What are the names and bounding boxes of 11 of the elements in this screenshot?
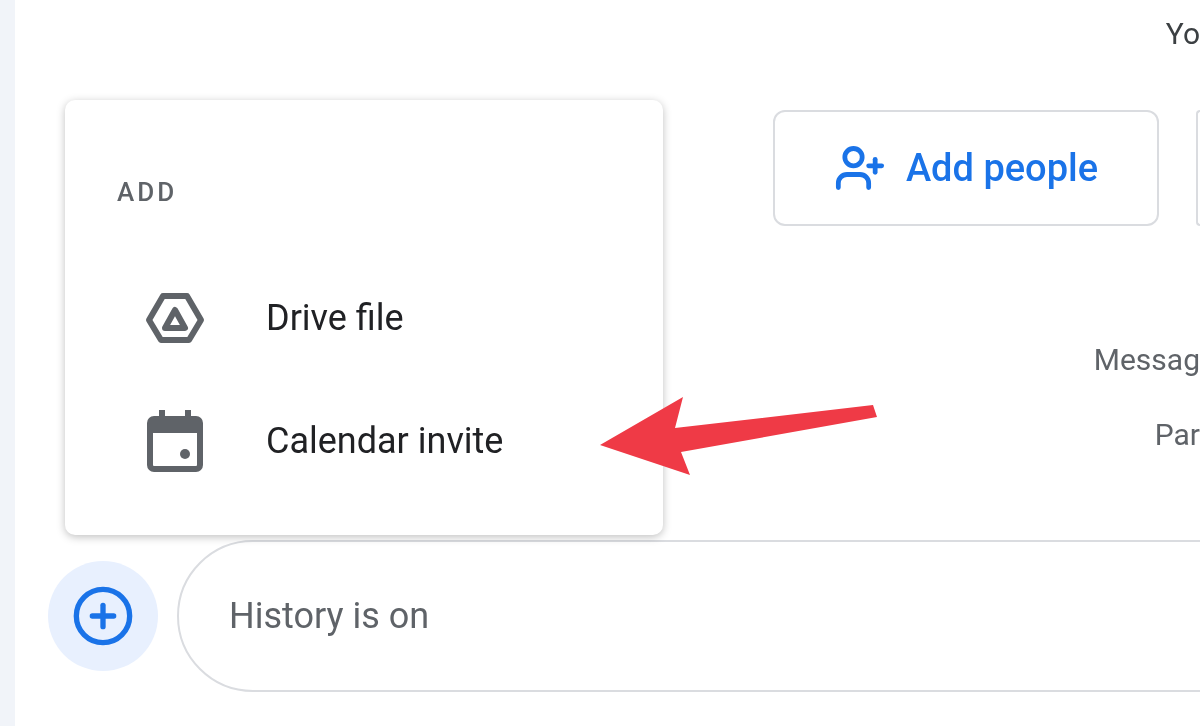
cut-off-text: Yo [1165, 15, 1200, 53]
info-text: Messag [1093, 341, 1200, 379]
calendar-icon [147, 410, 203, 472]
info-text: Par [1154, 416, 1200, 454]
plus-icon [71, 584, 135, 648]
menu-item[interactable]: Drive file [65, 268, 408, 368]
add-people-button[interactable]: Add people [773, 110, 1159, 226]
triangle-icon [145, 292, 205, 344]
message-input-field[interactable]: History is on [177, 540, 1200, 692]
menu-title: ADD [117, 176, 179, 209]
menu-item[interactable]: Calendar invite [65, 391, 508, 491]
